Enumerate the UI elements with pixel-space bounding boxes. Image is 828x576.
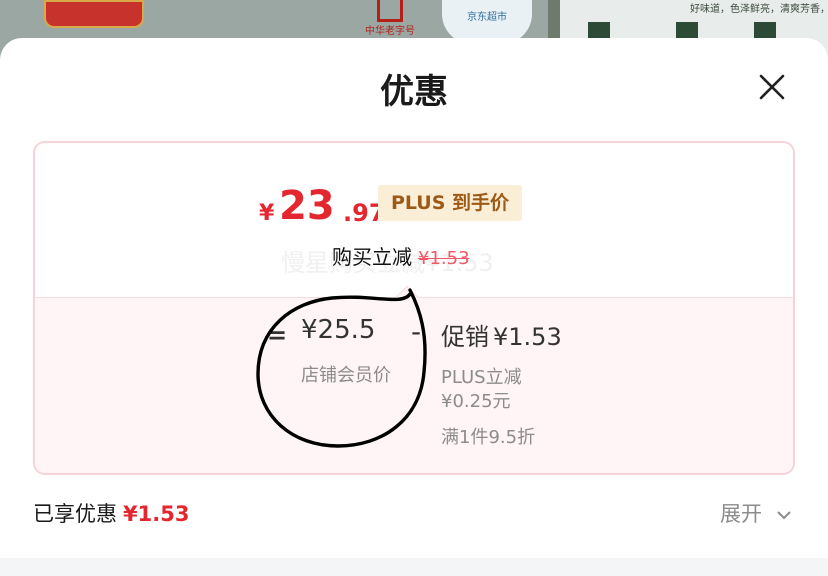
close-button[interactable] [748, 68, 794, 108]
heritage-badge: 中华老字号 [355, 0, 425, 37]
expand-label: 展开 [720, 502, 762, 526]
chevron-down-icon [776, 511, 791, 520]
brand-logo [44, 0, 144, 28]
enjoyed-discount-label: 已享优惠 [33, 502, 117, 526]
promotion-label: 促销 [441, 323, 489, 351]
price-currency: ¥ [259, 201, 275, 226]
close-icon [759, 74, 785, 100]
heritage-badge-label: 中华老字号 [365, 26, 415, 37]
heritage-icon [377, 0, 403, 22]
reduction-value: ¥1.53 [418, 248, 470, 269]
plus-price-tag: PLUS 到手价 [378, 185, 522, 221]
minus-sign: - [411, 315, 422, 348]
enjoyed-discount-value: ¥1.53 [123, 502, 190, 526]
equals-sign: = [267, 321, 288, 349]
jd-supermarket-label: 京东超市 [467, 12, 507, 23]
plus-reduction-value: ¥0.25元 [441, 391, 511, 412]
member-price: ¥25.5 [301, 315, 376, 345]
member-price-label: 店铺会员价 [301, 365, 391, 386]
enjoyed-discount: 已享优惠 ¥1.53 [33, 498, 189, 528]
quantity-discount: 满1件9.5折 [441, 427, 536, 448]
sheet-footer [0, 558, 828, 576]
sheet-title: 优惠 [380, 72, 448, 112]
reduction-label: 购买立减 [332, 245, 412, 269]
background-description-text: 好味道，色泽鲜亮，清爽芳香，入喉回甘 [690, 4, 828, 15]
final-price-section: ¥ 23 .97 PLUS 到手价 慢星购买立减¥1.53 购买立减 ¥1.53 [35, 143, 793, 297]
purchase-reduction: 购买立减 ¥1.53 [332, 241, 470, 270]
promotion-total: 促销 ¥1.53 [441, 317, 562, 352]
discount-sheet: 优惠 ¥ 23 .97 PLUS 到手价 慢星购买立减¥1.53 购买立减 ¥1.… [0, 38, 828, 576]
price-breakdown-card: ¥ 23 .97 PLUS 到手价 慢星购买立减¥1.53 购买立减 ¥1.53 … [33, 141, 795, 475]
plus-reduction-label: PLUS立减 [441, 367, 522, 388]
expand-button[interactable]: 展开 [720, 498, 791, 528]
promotion-value: ¥1.53 [493, 323, 562, 351]
price-integer: 23 [279, 183, 335, 229]
